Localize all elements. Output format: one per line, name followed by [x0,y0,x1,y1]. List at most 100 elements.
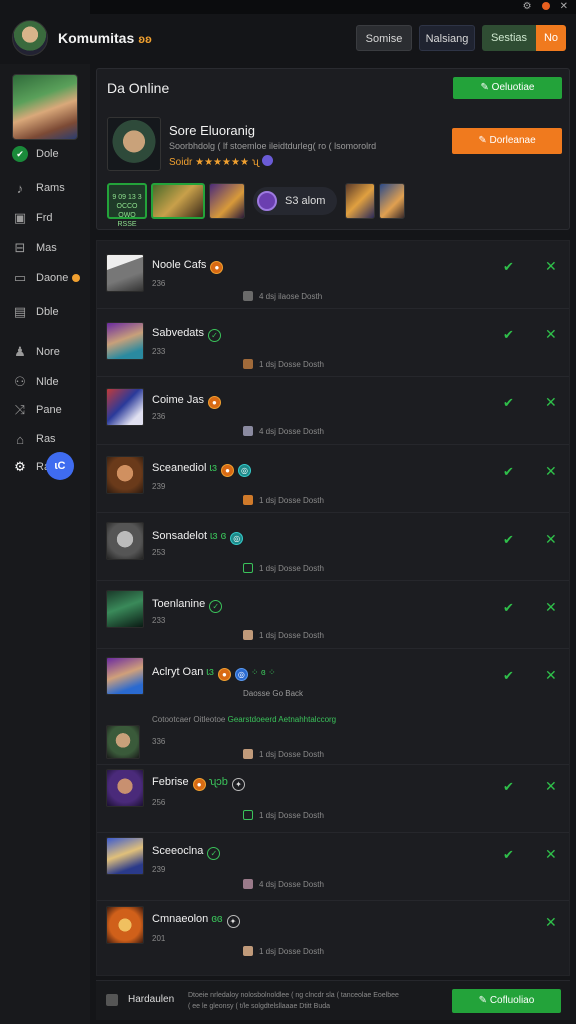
member-name: Aclryt Oan ɩɜ ● ◎ ⁘ ɞ ⁘ [152,666,276,681]
list-item[interactable]: Noole Cafs ● 236 4 dsj ilaose Dosth ✔ ✕ [97,241,569,309]
list-item[interactable]: Toenlanine ✓ 233 1 dsj Dosse Dosth ✔ ✕ [97,581,569,649]
footer-action-button[interactable]: ✎ Cofluoliao [452,989,561,1013]
item-icon [243,359,253,369]
accept-icon[interactable]: ✔ [503,668,514,684]
featured-action-button[interactable]: ✎ Dorleanae [452,128,562,154]
list-item[interactable]: Sabvedats ✓ 233 1 dsj Dosse Dosth ✔ ✕ [97,309,569,377]
close-icon[interactable]: ✕ [545,394,557,411]
close-icon[interactable]: ✕ [545,846,557,863]
app-header: Komumitas ʚʚ Somise Nalsiang Sestias No [0,14,576,64]
accept-icon[interactable]: ✔ [503,395,514,411]
header-button-no[interactable]: No [536,25,566,51]
close-icon[interactable]: ✕ [545,914,557,931]
avatar[interactable] [106,657,144,695]
close-icon[interactable]: ✕ [545,778,557,795]
avatar[interactable] [106,254,144,292]
gear-icon: ⚙ [14,459,26,474]
app-avatar[interactable] [12,20,48,56]
item-icon [243,946,253,956]
game-tile-icon[interactable] [345,183,376,219]
close-icon[interactable]: ✕ [545,463,557,480]
member-note: Cotootcaer Oitleotoe Gearstdoeerd Aetnah… [152,715,337,724]
floating-action-button[interactable]: ɩC [46,452,74,480]
accept-icon[interactable]: ✔ [503,259,514,275]
item-icon [243,495,253,505]
member-meta: 4 dsj Dosse Dosth [243,879,324,889]
notification-dot [72,274,81,282]
sidebar-item-pane[interactable]: ⤨ Pane [12,400,88,420]
sidebar-item-label: Nlde [36,376,59,388]
member-level: 233 [152,616,166,625]
inbox-icon: ⊟ [14,240,26,255]
accept-icon[interactable]: ✔ [503,847,514,863]
coin-badge-icon: ● [210,261,224,274]
sidebar-item-ras[interactable]: ⌂ Ras [12,429,88,449]
footer-bar: Hardaulen Dtoeie nrledaloy nolosbolnoldl… [96,980,570,1020]
list-item[interactable]: Cmnaeolon ɞɞ ✦ 201 1 dsj Dosse Dosth ✕ [97,901,569,975]
sidebar-item-dole[interactable]: ✔ Dole [12,144,88,164]
game-tile-text[interactable]: 9 09 13 3 OCCO OWO RSSE [107,183,147,228]
list-item[interactable]: Sceanediol ɩɜ ● ◎ 239 1 dsj Dosse Dosth ✔ … [97,445,569,513]
sidebar-item-nore[interactable]: ♟ Nore [12,342,88,362]
avatar[interactable] [106,769,144,807]
member-name: Coime Jas ● [152,394,221,409]
clipboard-icon [106,994,118,1006]
sidebar-item-dble[interactable]: ▤ Dble [12,302,88,322]
close-icon[interactable]: ✕ [545,667,557,684]
sidebar-item-daone[interactable]: ▭ Daone [12,268,88,288]
avatar[interactable] [106,322,144,360]
header-button-sestias[interactable]: Sestias [482,25,536,51]
square-icon: ▣ [13,210,27,225]
member-list: Noole Cafs ● 236 4 dsj ilaose Dosth ✔ ✕ S… [96,240,570,976]
status-chip[interactable]: S3 alom [253,187,338,215]
settings-icon[interactable]: ⚙ [523,1,532,12]
accept-icon[interactable]: ✔ [503,327,514,343]
back-link[interactable]: Daosse Go Back [243,689,303,698]
avatar[interactable] [106,725,140,759]
game-tile-icon[interactable] [379,183,406,219]
accept-icon[interactable]: ✔ [503,779,514,795]
check-badge-icon: ✓ [209,600,223,613]
close-icon[interactable]: ✕ [560,1,568,12]
avatar[interactable] [106,906,144,944]
sidebar-item-rams[interactable]: ♪ Rams [12,178,88,198]
avatar[interactable] [106,837,144,875]
sidebar-item-nlde[interactable]: ⚇ Nlde [12,372,88,392]
grid-icon: ▤ [13,304,27,319]
record-dot-icon [541,2,550,10]
sidebar: ✔ Dole ♪ Rams ▣ Frd ⊟ Mas ▭ Daone ▤ Dble… [0,64,90,1024]
sidebar-item-mas[interactable]: ⊟ Mas [12,238,88,258]
header-button-nalsiang[interactable]: Nalsiang [419,25,475,51]
online-action-button[interactable]: ✎ Oeluotiae [453,77,562,99]
profile-avatar[interactable] [12,74,78,140]
footer-label: Hardaulen [128,994,175,1005]
app-title-badge: ʚʚ [138,32,152,46]
accept-icon[interactable]: ✔ [503,600,514,616]
close-icon[interactable]: ✕ [545,326,557,343]
list-item[interactable]: Febrise ● ʯɔb ✦ 256 1 dsj Dosse Dosth ✔ ✕ [97,765,569,833]
shield-icon [261,155,273,166]
accept-icon[interactable]: ✔ [503,532,514,548]
avatar[interactable] [106,456,144,494]
close-icon[interactable]: ✕ [545,599,557,616]
avatar[interactable] [106,388,144,426]
sidebar-item-label: Frd [36,212,53,224]
header-button-somise[interactable]: Somise [356,25,412,51]
list-item[interactable]: Coime Jas ● 236 4 dsj Dosse Dosth ✔ ✕ [97,377,569,445]
list-item-expanded[interactable]: Aclryt Oan ɩɜ ● ◎ ⁘ ɞ ⁘ Daosse Go Back Cot… [97,649,569,765]
item-icon [243,879,253,889]
item-icon [243,810,253,820]
close-icon[interactable]: ✕ [545,258,557,275]
list-item[interactable]: Sonsadelot ɩɜ ɞ ◎ 253 1 dsj Dosse Dosth ✔… [97,513,569,581]
avatar[interactable] [106,522,144,560]
close-icon[interactable]: ✕ [545,531,557,548]
sidebar-item-frd[interactable]: ▣ Frd [12,208,88,228]
avatar[interactable] [106,590,144,628]
featured-avatar[interactable] [107,117,161,171]
member-level: 236 [152,279,166,288]
list-item[interactable]: Sceeoclna ✓ 239 4 dsj Dosse Dosth ✔ ✕ [97,833,569,901]
accept-icon[interactable]: ✔ [503,464,514,480]
game-tile-icon[interactable] [151,183,205,219]
game-tile-icon[interactable] [209,183,245,219]
users-icon: ⚇ [14,374,26,389]
